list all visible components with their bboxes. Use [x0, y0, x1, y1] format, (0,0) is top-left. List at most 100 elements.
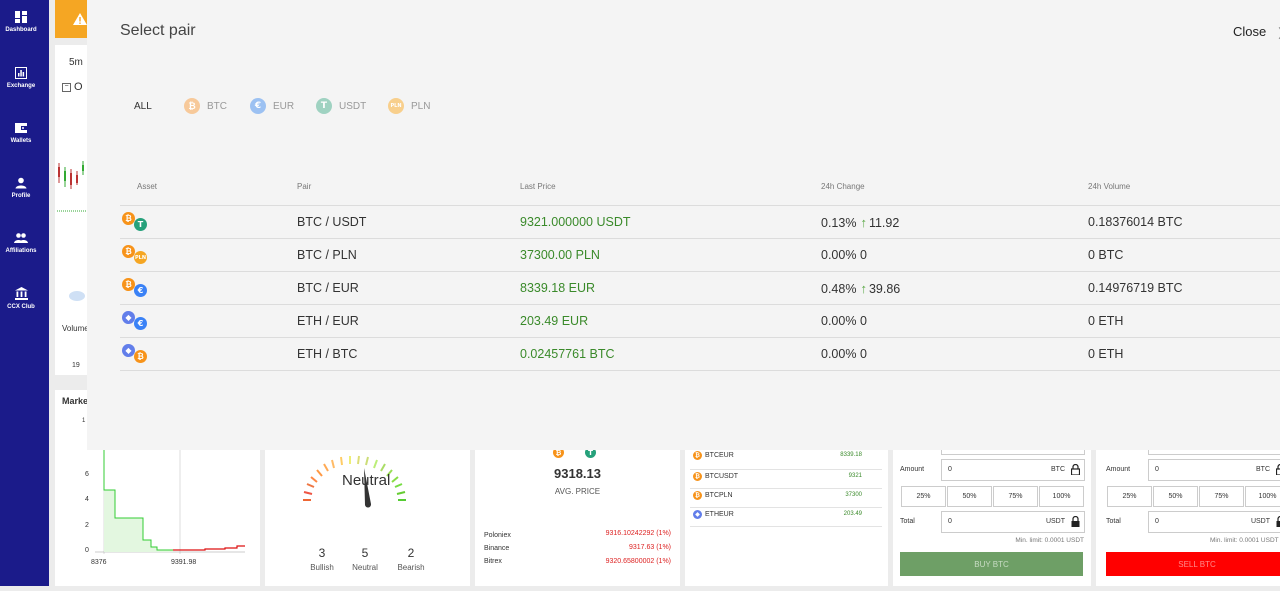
- bearish-count: 2 Bearish: [394, 546, 428, 572]
- close-label: Close: [1233, 24, 1266, 39]
- column-header-24h-change: 24h Change: [821, 182, 865, 191]
- amount-field[interactable]: 0 BTC: [941, 459, 1085, 481]
- collapse-icon[interactable]: −: [62, 83, 71, 92]
- total-label: Total: [900, 518, 915, 525]
- exchange-name: Poloniex: [484, 532, 511, 539]
- min-limit-text: Min. limit: 0.0001 USDT: [1015, 537, 1084, 544]
- group-icon: [14, 232, 28, 244]
- btc-icon: ₿: [693, 472, 702, 481]
- filter-btc[interactable]: ₿ BTC: [184, 97, 227, 115]
- avg-price-panel: ₿ T 9318.13 AVG. PRICE Poloniex 9316.102…: [475, 450, 680, 586]
- avg-price-label: AVG. PRICE: [475, 487, 680, 496]
- timeframe-selector[interactable]: 5m: [69, 57, 83, 68]
- lock-icon[interactable]: [1276, 516, 1280, 527]
- exchange-price: 9317.63 (1%): [629, 544, 671, 551]
- lock-icon[interactable]: [1071, 516, 1080, 527]
- sidebar-item-profile[interactable]: Profile: [0, 177, 42, 199]
- usdt-icon: T: [134, 218, 147, 231]
- total-field[interactable]: 0 USDT: [941, 511, 1085, 533]
- dashboard-icon: [15, 11, 27, 23]
- filter-pln[interactable]: PLN PLN: [388, 97, 430, 115]
- asset-icons: ₿ T: [120, 206, 154, 238]
- pct-25-button[interactable]: 25%: [1107, 486, 1152, 507]
- exchange-name: Binance: [484, 545, 509, 552]
- depth-top-tick: 1: [82, 418, 85, 424]
- sell-form: Amount 0 BTC 25% 50% 75% 100% Total 0 US…: [1096, 450, 1280, 586]
- table-row[interactable]: ◆ € ETH / EUR 203.49 EUR 0.00% 0 0 ETH: [120, 305, 1280, 338]
- market-title: Marke: [62, 396, 88, 406]
- asset-icons: ◆ €: [120, 305, 154, 337]
- select-pair-modal: Select pair Close 〉 ALL ₿ BTC € EUR T US…: [87, 0, 1280, 450]
- btc-icon: ₿: [184, 98, 200, 114]
- depth-x-tick: 9391.98: [171, 559, 196, 566]
- sidebar-item-label: Dashboard: [5, 27, 36, 33]
- pct-75-button[interactable]: 75%: [993, 486, 1038, 507]
- eur-icon: €: [134, 284, 147, 297]
- sidebar: Dashboard Exchange Wallets Profile Affil…: [0, 0, 49, 586]
- chart-scroll-icon[interactable]: [69, 291, 85, 301]
- column-header-pair: Pair: [297, 182, 311, 191]
- sidebar-item-wallets[interactable]: Wallets: [0, 122, 42, 144]
- sell-button[interactable]: SELL BTC: [1106, 552, 1280, 576]
- sidebar-item-exchange[interactable]: Exchange: [0, 67, 42, 89]
- bullish-count: 3 Bullish: [307, 546, 337, 572]
- wallet-icon: [15, 122, 27, 134]
- table-row[interactable]: ₿ € BTC / EUR 8339.18 EUR 0.48%↑39.86 0.…: [120, 272, 1280, 305]
- lock-icon[interactable]: [1276, 464, 1280, 475]
- sidebar-item-dashboard[interactable]: Dashboard: [0, 11, 42, 33]
- depth-y-tick: 0: [85, 547, 89, 554]
- depth-y-tick: 6: [85, 471, 89, 478]
- filter-eur[interactable]: € EUR: [250, 97, 294, 115]
- btc-icon: ₿: [134, 350, 147, 363]
- table-row[interactable]: ◆ ₿ ETH / BTC 0.02457761 BTC 0.00% 0 0 E…: [120, 338, 1280, 371]
- sidebar-item-ccx-club[interactable]: CCX Club: [0, 287, 42, 310]
- price-chart-panel: 5m − O Volume 19: [55, 45, 87, 375]
- sidebar-item-label: Wallets: [11, 138, 32, 144]
- asset-icons: ₿ €: [120, 272, 154, 304]
- filter-all[interactable]: ALL: [134, 97, 152, 115]
- ticker-row[interactable]: ₿ BTCUSDT 9321: [690, 469, 882, 489]
- pct-50-button[interactable]: 50%: [947, 486, 992, 507]
- lock-icon[interactable]: [1071, 464, 1080, 475]
- sentiment-panel: Neutral 3 Bullish 5 Neutral 2 Bearish: [265, 450, 470, 586]
- filter-usdt[interactable]: T USDT: [316, 97, 366, 115]
- ticker-row[interactable]: ₿ BTCPLN 37300: [690, 488, 882, 508]
- buy-button[interactable]: BUY BTC: [900, 552, 1083, 576]
- column-header-24h-volume: 24h Volume: [1088, 182, 1130, 191]
- asset-icons: ₿ PLN: [120, 239, 154, 271]
- table-row[interactable]: ₿ PLN BTC / PLN 37300.00 PLN 0.00% 0 0 B…: [120, 239, 1280, 272]
- sidebar-item-affiliations[interactable]: Affiliations: [0, 232, 42, 254]
- total-field[interactable]: 0 USDT: [1148, 511, 1280, 533]
- chart-symbol: O: [74, 81, 83, 93]
- total-label: Total: [1106, 518, 1121, 525]
- exchange-icon: [15, 67, 27, 79]
- pct-50-button[interactable]: 50%: [1153, 486, 1198, 507]
- pct-100-button[interactable]: 100%: [1245, 486, 1280, 507]
- table-row[interactable]: ₿ T BTC / USDT 9321.000000 USDT 0.13%↑11…: [120, 206, 1280, 239]
- modal-title: Select pair: [120, 22, 196, 40]
- avg-price-value: 9318.13: [475, 466, 680, 481]
- depth-chart-panel: 6 4 2 0 8376 9391.98: [55, 450, 260, 586]
- arrow-up-icon: ↑: [860, 281, 867, 296]
- usdt-icon: T: [316, 98, 332, 114]
- pln-icon: PLN: [134, 251, 147, 264]
- ticker-row[interactable]: ₿ BTCEUR 8339.18: [690, 450, 882, 470]
- amount-label: Amount: [1106, 466, 1130, 473]
- btc-icon: ₿: [693, 451, 702, 460]
- ticker-panel: ₿ BTCEUR 8339.18 ₿ BTCUSDT 9321 ₿ BTCPLN…: [685, 450, 888, 586]
- depth-y-tick: 4: [85, 496, 89, 503]
- amount-field[interactable]: 0 BTC: [1148, 459, 1280, 481]
- volume-label: Volume: [62, 324, 89, 333]
- pct-75-button[interactable]: 75%: [1199, 486, 1244, 507]
- pct-25-button[interactable]: 25%: [901, 486, 946, 507]
- close-button[interactable]: Close 〉: [1233, 24, 1266, 39]
- date-axis-label: 19: [72, 362, 80, 369]
- ticker-row[interactable]: ◆ ETHEUR 203.49: [690, 507, 882, 527]
- depth-y-tick: 2: [85, 522, 89, 529]
- warning-icon: [73, 13, 87, 25]
- pct-100-button[interactable]: 100%: [1039, 486, 1084, 507]
- amount-label: Amount: [900, 466, 924, 473]
- person-icon: [15, 177, 27, 189]
- eur-icon: €: [250, 98, 266, 114]
- sidebar-item-label: Affiliations: [6, 248, 37, 254]
